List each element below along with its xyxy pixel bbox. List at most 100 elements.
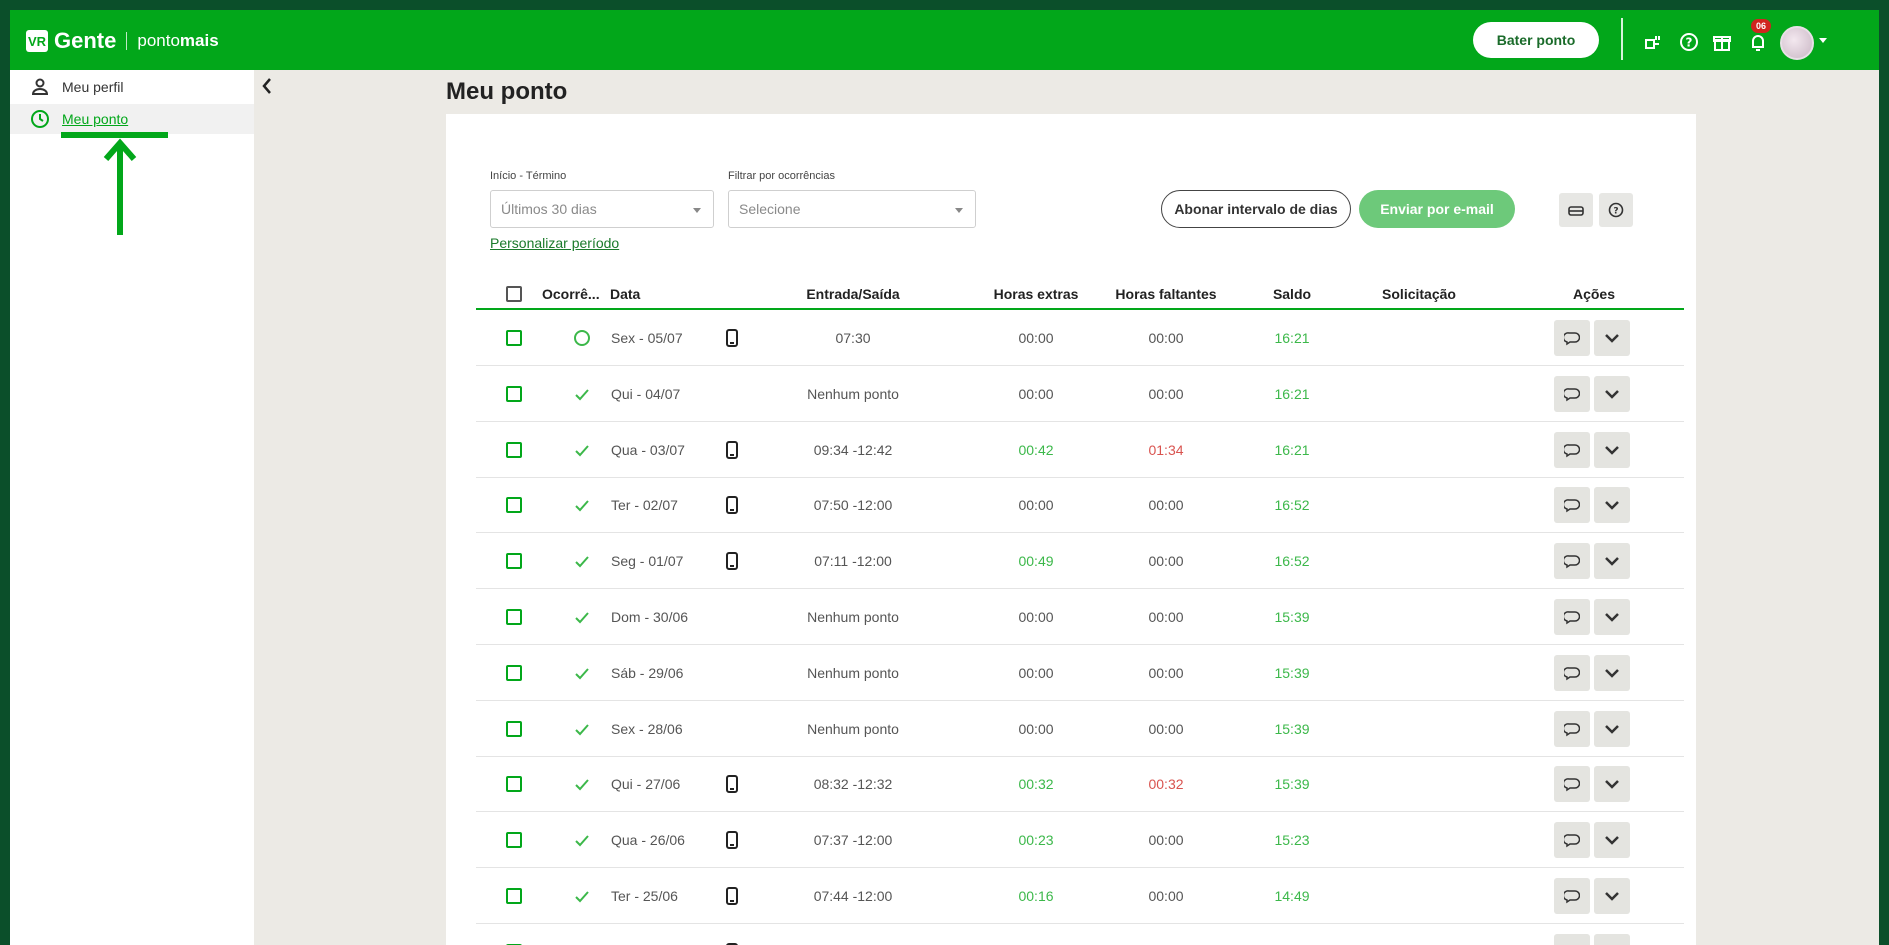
- expand-row-button[interactable]: [1594, 599, 1630, 635]
- row-checkbox[interactable]: [506, 385, 522, 402]
- gift-icon[interactable]: [1712, 32, 1732, 52]
- clock-in-button[interactable]: Bater ponto: [1473, 22, 1599, 58]
- row-date: Seg - 01/07: [611, 553, 684, 570]
- expand-row-button[interactable]: [1594, 710, 1630, 747]
- comment-button[interactable]: [1554, 487, 1590, 524]
- row-checkbox[interactable]: [506, 553, 522, 570]
- row-extra-hours: 00:00: [1018, 720, 1054, 737]
- plug-icon[interactable]: [1643, 32, 1663, 52]
- row-checkbox[interactable]: [506, 832, 522, 849]
- expand-row-button[interactable]: [1594, 375, 1630, 412]
- col-extra-hours[interactable]: Horas extras: [994, 286, 1079, 302]
- comment-button[interactable]: [1554, 654, 1590, 691]
- table-row[interactable]: Sex - 28/06 Nenhum ponto 00:00 00:00 15:39: [476, 701, 1684, 757]
- col-date[interactable]: Data: [610, 286, 640, 302]
- expand-row-button[interactable]: [1594, 766, 1630, 803]
- chevron-down-icon: [1605, 445, 1619, 455]
- svg-text:?: ?: [1686, 36, 1693, 50]
- sidebar-item-meu-ponto[interactable]: Meu ponto: [10, 104, 254, 134]
- row-entry-exit: 07:37 -12:00: [813, 832, 893, 849]
- expand-row-button[interactable]: [1594, 431, 1630, 468]
- comment-button[interactable]: [1554, 599, 1590, 635]
- annotation-up-arrow-icon: [103, 138, 137, 235]
- help-button[interactable]: ?: [1599, 193, 1633, 227]
- expand-row-button[interactable]: [1594, 822, 1630, 859]
- table-row[interactable]: Sex - 05/07 07:30 00:00 00:00 16:21: [476, 310, 1684, 366]
- chevron-down-icon: [1605, 892, 1619, 901]
- app-logo[interactable]: VR Gente pontomais: [26, 28, 219, 54]
- occurrence-select[interactable]: Selecione: [728, 190, 976, 228]
- bell-icon[interactable]: [1748, 32, 1768, 52]
- customize-period-link[interactable]: Personalizar período: [490, 235, 619, 251]
- check-icon: [575, 891, 589, 903]
- select-all-checkbox[interactable]: [506, 286, 522, 302]
- table-row[interactable]: Sáb - 29/06 Nenhum ponto 00:00 00:00 15:39: [476, 645, 1684, 701]
- table-row[interactable]: Ter - 25/06 07:44 -12:00 00:16 00:00 14:49: [476, 868, 1684, 924]
- check-icon: [575, 444, 589, 457]
- send-email-button[interactable]: Enviar por e-mail: [1359, 190, 1515, 228]
- table-row[interactable]: Qui - 04/07 Nenhum ponto 00:00 00:00 16:21: [476, 366, 1684, 422]
- comment-button[interactable]: [1554, 431, 1590, 468]
- row-checkbox[interactable]: [506, 888, 522, 904]
- table-row[interactable]: Seg - 01/07 07:11 -12:00 00:49 00:00 16:52: [476, 533, 1684, 590]
- comment-button[interactable]: [1554, 878, 1590, 914]
- row-balance: 16:52: [1274, 497, 1310, 514]
- abonar-intervalo-button[interactable]: Abonar intervalo de dias: [1161, 190, 1351, 228]
- logo-product-suffix: mais: [179, 31, 219, 50]
- table-row[interactable]: Qua - 26/06 07:37 -12:00 00:23 00:00 15:23: [476, 812, 1684, 869]
- sidebar-item-meu-perfil[interactable]: Meu perfil: [10, 72, 254, 102]
- row-missing-hours: 00:00: [1148, 720, 1184, 737]
- table-row[interactable]: Qui - 27/06 08:32 -12:32 00:32 00:32 15:39: [476, 756, 1684, 813]
- comment-button[interactable]: [1554, 543, 1590, 580]
- comment-button[interactable]: [1554, 710, 1590, 747]
- comment-icon: [1564, 443, 1580, 457]
- expand-row-button[interactable]: [1594, 878, 1630, 914]
- expand-row-button[interactable]: [1594, 320, 1630, 356]
- table-row[interactable]: Ter - 02/07 07:50 -12:00 00:00 00:00 16:52: [476, 477, 1684, 534]
- expand-row-button[interactable]: [1594, 933, 1630, 945]
- help-icon[interactable]: ?: [1679, 32, 1699, 52]
- row-checkbox[interactable]: [506, 609, 522, 625]
- row-checkbox[interactable]: [506, 330, 522, 346]
- expand-row-button[interactable]: [1594, 654, 1630, 691]
- comment-button[interactable]: [1554, 320, 1590, 356]
- chevron-down-icon[interactable]: [1819, 38, 1827, 43]
- col-entry-exit[interactable]: Entrada/Saída: [806, 286, 899, 302]
- row-entry-exit: 07:44 -12:00: [813, 888, 893, 904]
- chevron-left-icon[interactable]: [260, 76, 274, 96]
- row-missing-hours: 00:00: [1148, 553, 1184, 570]
- col-request[interactable]: Solicitação: [1382, 286, 1456, 302]
- print-button[interactable]: [1559, 193, 1593, 227]
- expand-row-button[interactable]: [1594, 487, 1630, 524]
- row-extra-hours: 00:00: [1018, 497, 1054, 514]
- comment-button[interactable]: [1554, 375, 1590, 412]
- comment-icon: [1564, 834, 1580, 848]
- table-row[interactable]: Dom - 30/06 Nenhum ponto 00:00 00:00 15:39: [476, 589, 1684, 645]
- row-missing-hours: 00:00: [1148, 609, 1184, 625]
- comment-button[interactable]: [1554, 822, 1590, 859]
- row-checkbox[interactable]: [506, 776, 522, 793]
- comment-icon: [1564, 332, 1580, 346]
- app-window: VR Gente pontomais Bater ponto ? 06 Meu …: [10, 10, 1879, 945]
- table-row[interactable]: Seg - 24/06 07:46 -12:02 00:00 00:00 14:35: [476, 924, 1684, 945]
- row-checkbox[interactable]: [506, 664, 522, 681]
- row-checkbox[interactable]: [506, 441, 522, 458]
- comment-button[interactable]: [1554, 933, 1590, 945]
- avatar[interactable]: [1780, 26, 1814, 60]
- row-balance: 15:39: [1274, 609, 1310, 625]
- col-balance[interactable]: Saldo: [1273, 286, 1311, 302]
- col-occurrence[interactable]: Ocorrê...: [542, 286, 600, 302]
- row-balance: 15:39: [1274, 664, 1310, 681]
- row-checkbox[interactable]: [506, 720, 522, 737]
- check-icon: [575, 389, 589, 401]
- row-balance: 16:21: [1274, 330, 1310, 346]
- chevron-down-icon: [1605, 613, 1619, 622]
- row-checkbox[interactable]: [506, 497, 522, 514]
- table-row[interactable]: Qua - 03/07 09:34 -12:42 00:42 01:34 16:21: [476, 422, 1684, 478]
- expand-row-button[interactable]: [1594, 543, 1630, 580]
- row-balance: 15:23: [1274, 832, 1310, 849]
- col-missing-hours[interactable]: Horas faltantes: [1115, 286, 1216, 302]
- notification-badge: 06: [1751, 19, 1771, 33]
- range-select[interactable]: Últimos 30 dias: [490, 190, 714, 228]
- comment-button[interactable]: [1554, 766, 1590, 803]
